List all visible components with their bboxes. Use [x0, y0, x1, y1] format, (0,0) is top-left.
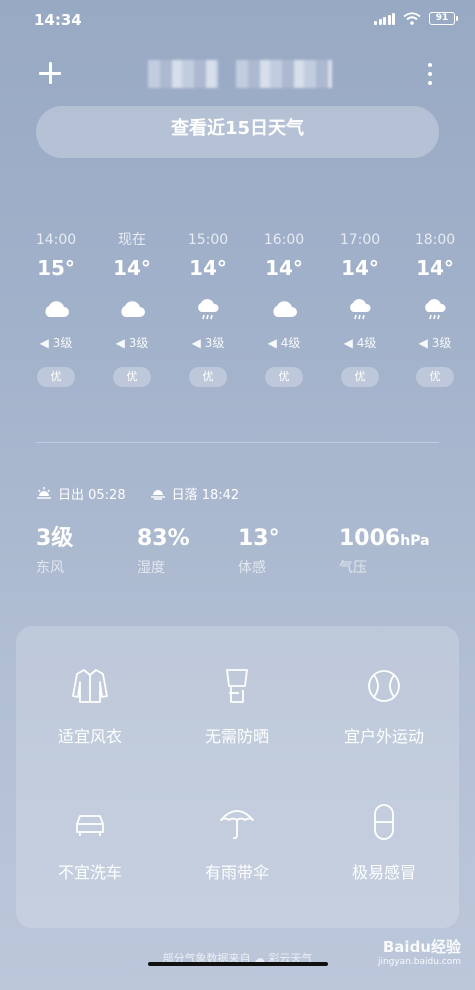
- tip-umbrella[interactable]: 有雨带伞: [167, 802, 307, 884]
- hour-item: 17:00 14° ◀ 4级 优: [330, 230, 390, 387]
- sunrise-text: 日出 05:28: [58, 487, 126, 503]
- divider: [36, 442, 439, 443]
- tip-coat[interactable]: 适宜风衣: [20, 666, 160, 748]
- aqi-badge: 优: [416, 367, 454, 387]
- forecast-15-day-button[interactable]: 查看近15日天气: [36, 106, 439, 158]
- city-title-blurred: [148, 60, 332, 88]
- tip-label: 有雨带伞: [204, 863, 269, 882]
- aqi-badge: 优: [189, 367, 227, 387]
- rain-icon: [425, 299, 446, 320]
- stat-value: 83%: [137, 526, 190, 551]
- hour-time: 17:00: [339, 232, 381, 248]
- stat-value: 1006: [339, 526, 401, 551]
- umbrella-icon: [220, 810, 254, 840]
- tip-sunscreen[interactable]: 无需防晒: [167, 666, 307, 748]
- stat-label: 东风: [36, 560, 64, 576]
- baidu-watermark: Baidu经验 jingyan.baidu.com: [378, 936, 461, 967]
- hour-temp: 15°: [37, 256, 75, 280]
- hour-temp: 14°: [416, 256, 454, 280]
- sunset: 日落 18:42: [150, 483, 240, 503]
- signal-icon: [374, 12, 395, 25]
- tip-label: 宜户外运动: [343, 727, 424, 746]
- hour-temp: 14°: [265, 256, 303, 280]
- sunrise: 日出 05:28: [36, 483, 126, 503]
- status-bar: 14:34 91: [0, 0, 475, 40]
- stat-label: 气压: [339, 560, 367, 576]
- tip-sport[interactable]: 宜户外运动: [314, 666, 454, 748]
- aqi-badge: 优: [341, 367, 379, 387]
- stat-label: 湿度: [137, 560, 165, 576]
- wifi-icon: [403, 12, 421, 25]
- sunrise-icon: [37, 487, 51, 499]
- hour-time: 现在: [118, 232, 146, 248]
- hour-item: 15:00 14° ◀ 3级 优: [178, 230, 238, 387]
- stat-humidity: 83% 湿度: [137, 524, 190, 577]
- sun-times: 日出 05:28 日落 18:42: [36, 483, 239, 503]
- tip-label: 无需防晒: [204, 727, 269, 746]
- tip-car-wash[interactable]: 不宜洗车: [20, 802, 160, 884]
- status-icons: 91: [374, 12, 458, 25]
- tip-label: 极易感冒: [351, 863, 416, 882]
- hour-wind: ◀ 3级: [191, 336, 225, 350]
- hour-time: 15:00: [187, 232, 229, 248]
- top-bar: [0, 55, 475, 95]
- cloudy-icon: [273, 301, 297, 317]
- aqi-badge: 优: [113, 367, 151, 387]
- more-menu-button[interactable]: [427, 63, 433, 85]
- hour-wind: ◀ 3级: [115, 336, 149, 350]
- hour-wind: ◀ 4级: [343, 336, 377, 350]
- sunset-icon: [150, 490, 165, 500]
- rain-icon: [198, 299, 219, 320]
- sunset-text: 日落 18:42: [171, 487, 240, 503]
- hour-temp: 14°: [113, 256, 151, 280]
- watermark-url: jingyan.baidu.com: [377, 957, 461, 967]
- stat-label: 体感: [238, 560, 266, 576]
- hour-item: 现在 14° ◀ 3级 优: [102, 230, 162, 387]
- tip-label: 适宜风衣: [57, 727, 122, 746]
- stat-unit: hPa: [400, 533, 430, 549]
- rain-icon: [350, 299, 371, 320]
- tip-label: 不宜洗车: [57, 863, 122, 882]
- status-time: 14:34: [34, 11, 82, 29]
- hour-item: 14:00 15° ◀ 3级 优: [26, 230, 86, 387]
- hour-temp: 14°: [189, 256, 227, 280]
- car-icon: [76, 815, 104, 836]
- life-tips-card: 适宜风衣 无需防晒 宜户外运动 不宜洗车 有雨带伞 极易感冒: [16, 626, 459, 928]
- coat-icon: [72, 669, 108, 703]
- stat-value: 13°: [238, 526, 280, 551]
- hour-wind: ◀ 3级: [39, 336, 73, 350]
- home-indicator[interactable]: [148, 962, 328, 966]
- hour-temp: 14°: [341, 256, 379, 280]
- aqi-badge: 优: [265, 367, 303, 387]
- hourly-forecast[interactable]: 14:00 15° ◀ 3级 优 现在 14° ◀ 3级 优 15:00 14°…: [0, 230, 475, 400]
- tip-cold[interactable]: 极易感冒: [314, 802, 454, 884]
- stat-pressure: 1006hPa 气压: [339, 524, 430, 577]
- stat-wind: 3级 东风: [36, 524, 73, 577]
- hour-wind: ◀ 4级: [267, 336, 301, 350]
- watermark-brand: Baidu经验: [382, 938, 461, 956]
- sunscreen-icon: [226, 669, 248, 703]
- cloudy-icon: [45, 301, 69, 317]
- hour-time: 16:00: [263, 232, 305, 248]
- stat-feels-like: 13° 体感: [238, 524, 280, 577]
- hour-wind: ◀ 3级: [418, 336, 452, 350]
- hour-item: 16:00 14° ◀ 4级 优: [254, 230, 314, 387]
- hour-time: 14:00: [35, 232, 77, 248]
- add-city-button[interactable]: [38, 61, 62, 85]
- hour-time: 18:00: [414, 232, 456, 248]
- weather-stats: 3级 东风 83% 湿度 13° 体感 1006hPa 气压: [0, 524, 475, 584]
- hour-item: 18:00 14° ◀ 3级 优: [405, 230, 465, 387]
- stat-value: 3级: [36, 526, 74, 551]
- cloudy-icon: [121, 301, 145, 317]
- battery-icon: 91: [429, 12, 458, 25]
- aqi-badge: 优: [37, 367, 75, 387]
- pill-icon: [374, 804, 394, 840]
- ball-icon: [368, 670, 400, 702]
